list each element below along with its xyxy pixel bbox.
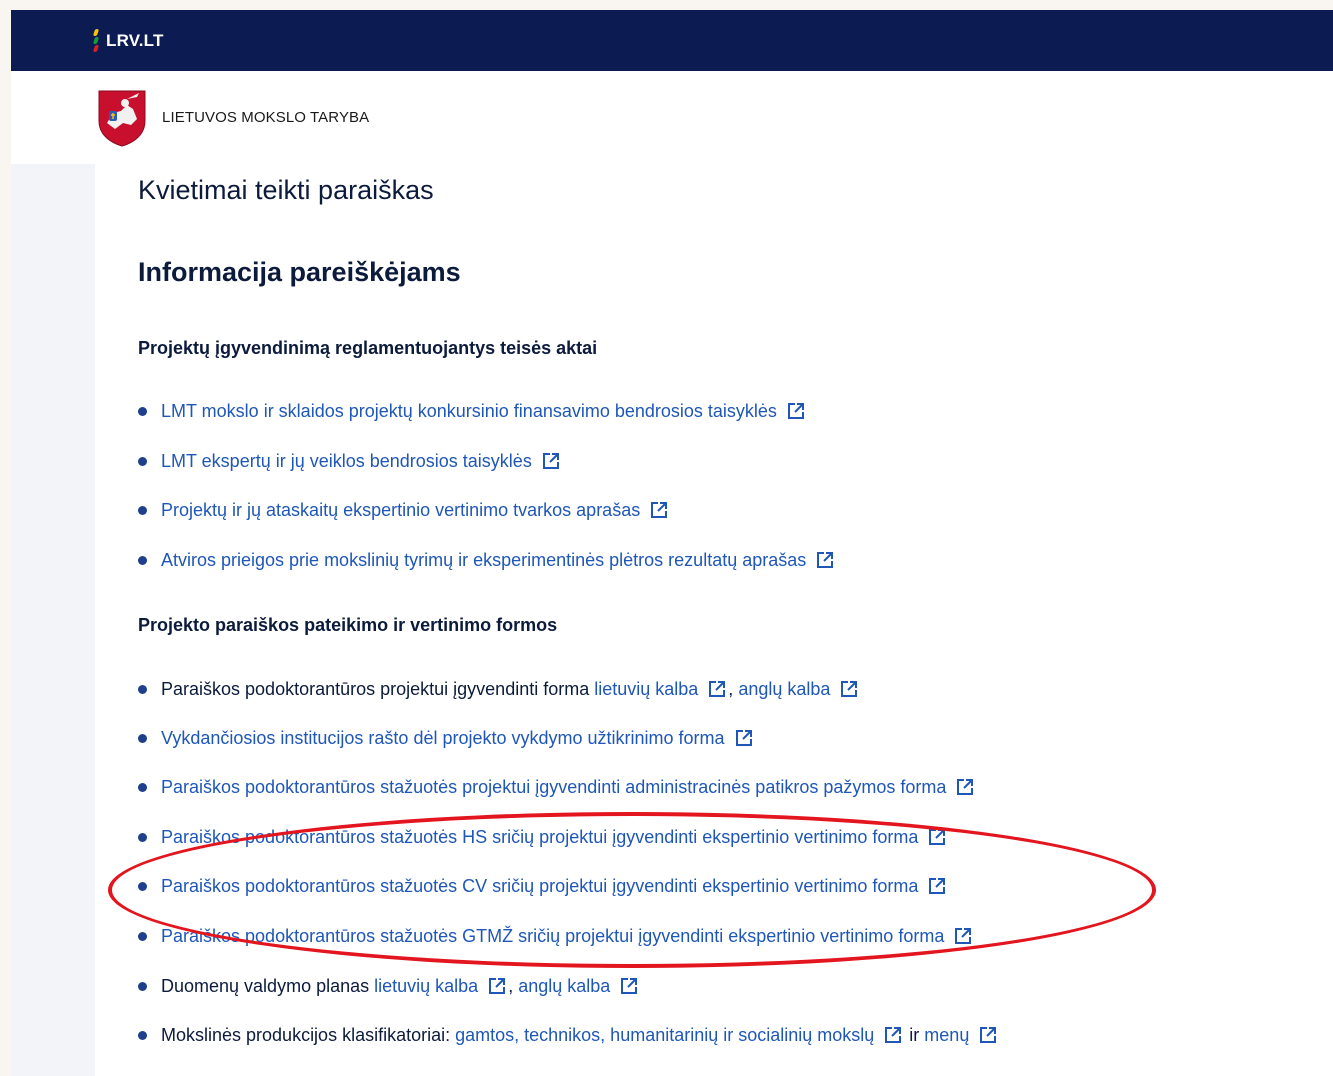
bullet-dot xyxy=(138,506,147,515)
bullet-dot xyxy=(138,1031,147,1040)
document-link[interactable]: Paraiškos podoktorantūros stažuotės HS s… xyxy=(161,827,918,848)
list-item: Paraiškos podoktorantūros stažuotės proj… xyxy=(138,777,976,798)
document-link[interactable]: Paraiškos podoktorantūros stažuotės proj… xyxy=(161,777,946,798)
list-item: Paraiškos podoktorantūros stažuotės GTMŽ… xyxy=(138,926,974,947)
external-link-icon[interactable] xyxy=(650,501,668,519)
document-link[interactable]: Vykdančiosios institucijos rašto dėl pro… xyxy=(161,728,725,749)
list-item: Duomenų valdymo planas lietuvių kalba , … xyxy=(138,976,640,997)
external-link-icon[interactable] xyxy=(708,680,726,698)
document-link-arts[interactable]: menų xyxy=(924,1025,969,1046)
bullet-dot xyxy=(138,556,147,565)
section-heading-legal-acts: Projektų įgyvendinimą reglamentuojantys … xyxy=(138,338,598,358)
list-item: Vykdančiosios institucijos rašto dėl pro… xyxy=(138,728,755,749)
external-link-icon[interactable] xyxy=(620,977,638,995)
external-link-icon[interactable] xyxy=(928,877,946,895)
document-link-lt[interactable]: lietuvių kalba xyxy=(374,976,478,997)
list-item: Mokslinės produkcijos klasifikatoriai: g… xyxy=(138,1025,999,1046)
external-link-icon[interactable] xyxy=(840,680,858,698)
document-link[interactable]: Projektų ir jų ataskaitų ekspertinio ver… xyxy=(161,500,640,521)
site-name-link[interactable]: LRV.LT xyxy=(106,31,164,51)
section-heading-forms: Projekto paraiškos pateikimo ir vertinim… xyxy=(138,615,558,635)
bullet-dot xyxy=(138,932,147,941)
list-item: Paraiškos podoktorantūros stažuotės HS s… xyxy=(138,827,948,848)
list-item: Projektų ir jų ataskaitų ekspertinio ver… xyxy=(138,500,670,521)
lithuanian-flag-icon xyxy=(92,28,102,54)
institution-header: LIETUVOS MOKSLO TARYBA xyxy=(11,71,1333,164)
list-item: Paraiškos podoktorantūros stažuotės CV s… xyxy=(138,876,948,897)
external-link-icon[interactable] xyxy=(735,729,753,747)
list-item: LMT mokslo ir sklaidos projektų konkursi… xyxy=(138,401,807,422)
external-link-icon[interactable] xyxy=(816,551,834,569)
item-separator: ir xyxy=(904,1025,925,1045)
bullet-dot xyxy=(138,783,147,792)
bullet-dot xyxy=(138,407,147,416)
document-link-lt[interactable]: lietuvių kalba xyxy=(594,679,698,700)
external-link-icon[interactable] xyxy=(979,1026,997,1044)
document-link-en[interactable]: anglų kalba xyxy=(738,679,830,700)
document-link[interactable]: LMT mokslo ir sklaidos projektų konkursi… xyxy=(161,401,777,422)
organization-name[interactable]: LIETUVOS MOKSLO TARYBA xyxy=(162,109,369,126)
document-link[interactable]: Atviros prieigos prie mokslinių tyrimų i… xyxy=(161,550,806,571)
external-link-icon[interactable] xyxy=(954,927,972,945)
page-title: Kvietimai teikti paraiškas xyxy=(138,175,434,205)
section-title: Informacija pareiškėjams xyxy=(138,257,461,287)
government-top-bar: LRV.LT xyxy=(11,10,1333,71)
item-text: Paraiškos podoktorantūros projektui įgyv… xyxy=(161,679,595,699)
document-link[interactable]: LMT ekspertų ir jų veiklos bendrosios ta… xyxy=(161,451,532,472)
bullet-dot xyxy=(138,982,147,991)
document-link[interactable]: Paraiškos podoktorantūros stažuotės GTMŽ… xyxy=(161,926,944,947)
list-item: LMT ekspertų ir jų veiklos bendrosios ta… xyxy=(138,451,562,472)
document-link-en[interactable]: anglų kalba xyxy=(518,976,610,997)
bullet-dot xyxy=(138,685,147,694)
item-text: Duomenų valdymo planas xyxy=(161,976,375,996)
item-separator: , xyxy=(508,976,519,996)
external-link-icon[interactable] xyxy=(956,778,974,796)
bullet-dot xyxy=(138,457,147,466)
external-link-icon[interactable] xyxy=(542,452,560,470)
list-item: Paraiškos podoktorantūros projektui įgyv… xyxy=(138,679,860,700)
item-text: Mokslinės produkcijos klasifikatoriai: xyxy=(161,1025,456,1045)
external-link-icon[interactable] xyxy=(488,977,506,995)
item-separator: , xyxy=(728,679,739,699)
vytis-coat-of-arms-icon[interactable] xyxy=(97,89,147,147)
external-link-icon[interactable] xyxy=(884,1026,902,1044)
document-link[interactable]: Paraiškos podoktorantūros stažuotės CV s… xyxy=(161,876,918,897)
external-link-icon[interactable] xyxy=(787,402,805,420)
external-link-icon[interactable] xyxy=(928,828,946,846)
document-link-sciences[interactable]: gamtos, technikos, humanitarinių ir soci… xyxy=(455,1025,874,1046)
bullet-dot xyxy=(138,833,147,842)
bullet-dot xyxy=(138,882,147,891)
list-item: Atviros prieigos prie mokslinių tyrimų i… xyxy=(138,550,836,571)
bullet-dot xyxy=(138,734,147,743)
